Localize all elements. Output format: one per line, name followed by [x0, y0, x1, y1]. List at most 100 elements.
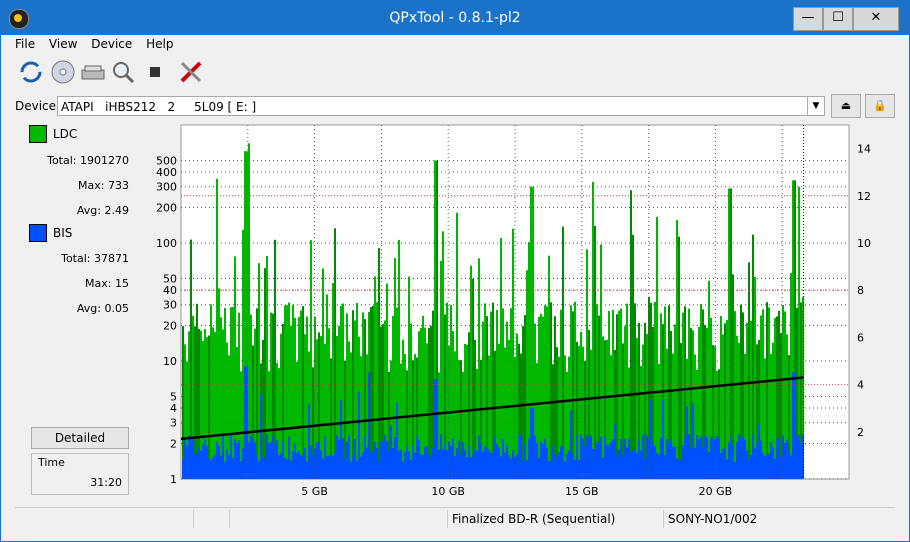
bis-bar	[582, 438, 584, 479]
detailed-button[interactable]: Detailed	[31, 427, 129, 449]
ldc-bar	[352, 310, 354, 479]
bis-bar	[704, 435, 706, 479]
bis-bar	[764, 456, 766, 479]
close-button[interactable]: ✕	[853, 7, 899, 31]
disc-info-icon[interactable]	[49, 58, 77, 86]
minimize-button[interactable]: —	[793, 7, 823, 31]
bis-bar	[656, 453, 658, 479]
bis-bar	[400, 449, 402, 479]
bis-bar	[462, 442, 464, 479]
y-left-tick-label: 300	[156, 181, 177, 194]
y-left-tick-label: 1	[170, 473, 177, 486]
x-tick-label: 10 GB	[431, 485, 465, 498]
bis-bar	[346, 441, 348, 479]
bis-bar	[436, 379, 438, 479]
ldc-bar	[748, 262, 750, 479]
stop-icon[interactable]	[141, 58, 169, 86]
bis-bar	[644, 458, 646, 479]
bis-bar	[360, 456, 362, 479]
bis-bar	[554, 454, 556, 479]
ldc-bar	[774, 318, 776, 479]
legend-panel: LDC Total: 1901270 Max: 733 Avg: 2.49 BI…	[15, 121, 133, 499]
drive-icon[interactable]	[79, 58, 107, 86]
bis-bar	[742, 435, 744, 479]
bis-bar	[512, 450, 514, 479]
bis-bar	[296, 453, 298, 479]
bis-bar	[356, 460, 358, 479]
bis-bar	[374, 441, 376, 479]
bis-bar	[450, 445, 452, 479]
ldc-bar	[356, 302, 358, 479]
ldc-bar	[456, 212, 458, 479]
bis-bar	[696, 435, 698, 479]
y-left-tick-label: 20	[163, 319, 177, 332]
y-left-tick-label: 4	[170, 402, 177, 415]
bis-bar	[536, 443, 538, 479]
bis-bar	[664, 454, 666, 479]
menu-help[interactable]: Help	[146, 37, 173, 51]
bis-bar	[514, 456, 516, 479]
bis-bar	[772, 447, 774, 479]
bis-bar	[290, 460, 292, 479]
bis-bar	[740, 438, 742, 479]
bis-bar	[396, 402, 398, 479]
maximize-button[interactable]: ☐	[823, 7, 853, 31]
bis-bar	[790, 455, 792, 479]
bis-bar	[328, 455, 330, 479]
ldc-bar	[398, 239, 400, 479]
bis-bar	[480, 443, 482, 479]
ldc-bar	[216, 178, 218, 479]
ldc-bar	[422, 315, 424, 479]
lock-icon[interactable]: 🔒	[865, 94, 895, 118]
bis-bar	[698, 439, 700, 479]
menu-file[interactable]: File	[15, 37, 35, 51]
bis-bar	[216, 441, 218, 479]
bis-bar	[218, 445, 220, 479]
bis-bar	[352, 455, 354, 479]
scan-chart: 1 2 3 4 5 10 20 30 40 50 100 200 300 400 500 5 GB 10 GB 1…	[137, 121, 897, 501]
device-select[interactable]: ATAPI iHBS212 2 5L09 [ E: ] ▼	[57, 96, 825, 116]
bis-bar	[730, 435, 732, 479]
bis-bar	[748, 459, 750, 479]
window-title: QPxTool - 0.8.1-pl2	[389, 10, 521, 26]
bis-bar	[182, 459, 184, 479]
refresh-icon[interactable]	[17, 58, 45, 86]
bis-bar	[220, 455, 222, 479]
bis-bar	[534, 435, 536, 479]
bis-bar	[208, 457, 210, 479]
ldc-bar	[630, 190, 632, 479]
bis-bar	[260, 394, 262, 479]
bis-bar	[276, 440, 278, 479]
ldc-bar	[790, 273, 792, 479]
eject-icon[interactable]: ⏏	[831, 94, 861, 118]
ldc-bar	[300, 310, 302, 479]
bis-bar	[354, 439, 356, 479]
status-disc-type: Finalized BD-R (Sequential)	[447, 510, 663, 528]
ldc-bar	[286, 305, 288, 479]
bis-bar	[238, 440, 240, 479]
bis-bar	[282, 441, 284, 479]
ldc-avg: Avg: 2.49	[76, 204, 129, 217]
settings-tools-icon[interactable]	[177, 58, 205, 86]
bis-bar	[230, 435, 232, 479]
y-left-tick-label: 40	[163, 284, 177, 297]
menu-device[interactable]: Device	[91, 37, 132, 51]
chevron-down-icon[interactable]: ▼	[807, 97, 824, 115]
bis-bar	[278, 455, 280, 479]
bis-bar	[308, 404, 310, 479]
bis-bar	[228, 455, 230, 479]
bis-bar	[602, 457, 604, 479]
bis-bar	[372, 452, 374, 479]
bis-bar	[608, 445, 610, 479]
bis-bar	[612, 439, 614, 479]
menu-view[interactable]: View	[49, 37, 77, 51]
bis-bar	[322, 458, 324, 479]
bis-bar	[232, 458, 234, 479]
bis-bar	[500, 456, 502, 479]
ldc-bar	[562, 226, 564, 479]
scan-icon[interactable]	[109, 58, 137, 86]
bis-bar	[358, 391, 360, 479]
y-left-tick-label: 30	[163, 299, 177, 312]
bis-bar	[640, 450, 642, 479]
x-tick-label: 20 GB	[699, 485, 733, 498]
